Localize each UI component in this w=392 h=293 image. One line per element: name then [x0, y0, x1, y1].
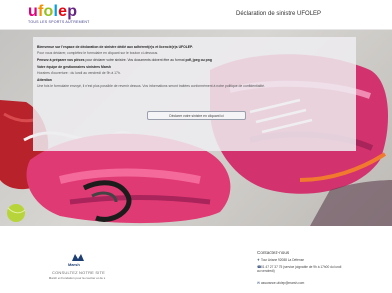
contact-email[interactable]: ✉assurance.ufolep@marsh.com [257, 281, 304, 285]
address-text: Tour Ariane 92088 La Défense [261, 258, 305, 262]
phone-text: 01 47 27 37 75 (service joignable de 9h … [257, 265, 342, 273]
info-card: Bienvenue sur l'espace de déclaration de… [33, 37, 356, 151]
welcome-text: Bienvenue sur l'espace de déclaration de… [37, 45, 193, 49]
marsh-logo-icon [72, 254, 84, 261]
ufolep-logo[interactable]: ufolep TOUS LES SPORTS AUTREMENT [28, 3, 108, 27]
marsh-brand: Marsh [68, 262, 80, 267]
team-title: Votre équipe de gestionnaires sinistres … [37, 65, 111, 69]
contact-address: ✈Tour Ariane 92088 La Défense [257, 258, 304, 262]
attention-title: Attention [37, 78, 52, 82]
footer [0, 226, 392, 293]
logo-tagline: TOUS LES SPORTS AUTREMENT [28, 20, 90, 24]
ufolep-wordmark: ufolep [28, 3, 78, 20]
site-link[interactable]: CONSULTEZ NOTRE SITE [52, 270, 105, 275]
prepare-rest: pour déclarer votre sinistre. Vos docume… [84, 58, 185, 62]
email-text[interactable]: assurance.ufolep@marsh.com [261, 281, 304, 285]
prepare-text: Pensez à préparer vos pièces pour déclar… [37, 58, 212, 62]
site-description: Marsh et Fondation pour la courtier et d… [48, 276, 106, 280]
intro-text: Pour vous déclarer, complétez le formula… [37, 51, 159, 55]
attention-text: Une fois le formulaire envoyé, il n'est … [37, 84, 265, 88]
top-bar: ufolep TOUS LES SPORTS AUTREMENT Déclara… [0, 0, 392, 30]
declare-claim-button[interactable]: Déclarer votre sinistre en cliquant ici [147, 111, 246, 120]
accepted-formats: pdf, jpeg ou png [185, 58, 212, 62]
contact-phone: ☎01 47 27 37 75 (service joignable de 9h… [257, 265, 343, 273]
opening-hours: Horaires d'ouverture : du lundi au vendr… [37, 71, 121, 75]
contact-title: Contactez-nous [257, 250, 290, 255]
page-title: Déclaration de sinistre UFOLEP [236, 11, 322, 17]
prepare-label: Pensez à préparer vos pièces [37, 58, 85, 62]
